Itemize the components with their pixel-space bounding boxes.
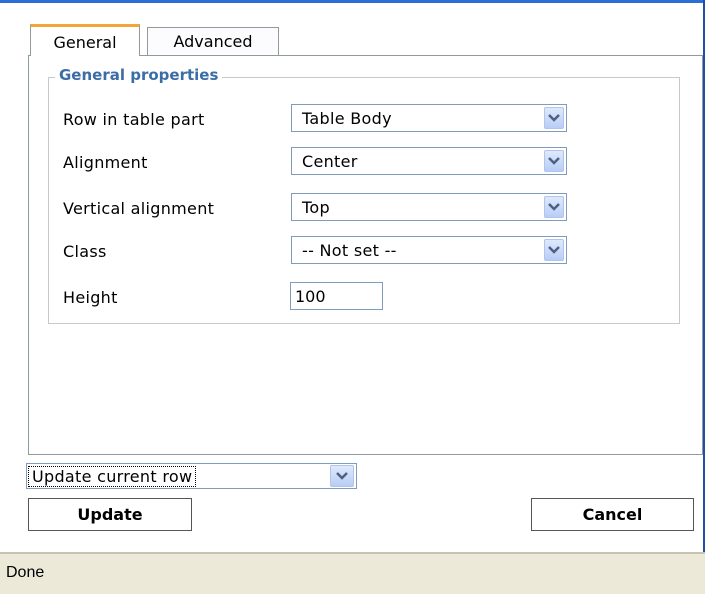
row-in-table-part-label: Row in table part <box>63 110 205 129</box>
cancel-button[interactable]: Cancel <box>531 498 694 531</box>
vertical-alignment-select[interactable]: Top <box>291 193 567 221</box>
class-select[interactable]: -- Not set -- <box>291 236 567 264</box>
update-button[interactable]: Update <box>28 498 192 531</box>
select-value: Center <box>302 152 358 171</box>
fieldset-legend: General properties <box>55 66 223 84</box>
dropdown-arrow-icon[interactable] <box>544 150 564 172</box>
dropdown-arrow-icon[interactable] <box>544 196 564 218</box>
status-bar: Done <box>0 552 705 594</box>
dropdown-arrow-icon[interactable] <box>330 465 354 487</box>
select-value: Table Body <box>302 109 392 128</box>
dropdown-arrow-icon[interactable] <box>544 239 564 261</box>
window-top-border <box>0 0 705 3</box>
tab-general[interactable]: General <box>30 24 140 56</box>
select-value: -- Not set -- <box>302 241 397 260</box>
row-in-table-part-select[interactable]: Table Body <box>291 104 567 132</box>
tab-advanced[interactable]: Advanced <box>147 27 279 55</box>
height-input[interactable]: 100 <box>290 282 383 310</box>
vertical-alignment-label: Vertical alignment <box>63 199 215 218</box>
height-label: Height <box>63 288 118 307</box>
update-mode-select[interactable]: Update current row <box>26 463 357 489</box>
select-value: Top <box>302 198 330 217</box>
alignment-label: Alignment <box>63 153 148 172</box>
select-value: Update current row <box>27 466 197 487</box>
dropdown-arrow-icon[interactable] <box>544 107 564 129</box>
height-input-value: 100 <box>295 287 326 306</box>
status-text: Done <box>6 564 45 581</box>
class-label: Class <box>63 242 107 261</box>
alignment-select[interactable]: Center <box>291 147 567 175</box>
